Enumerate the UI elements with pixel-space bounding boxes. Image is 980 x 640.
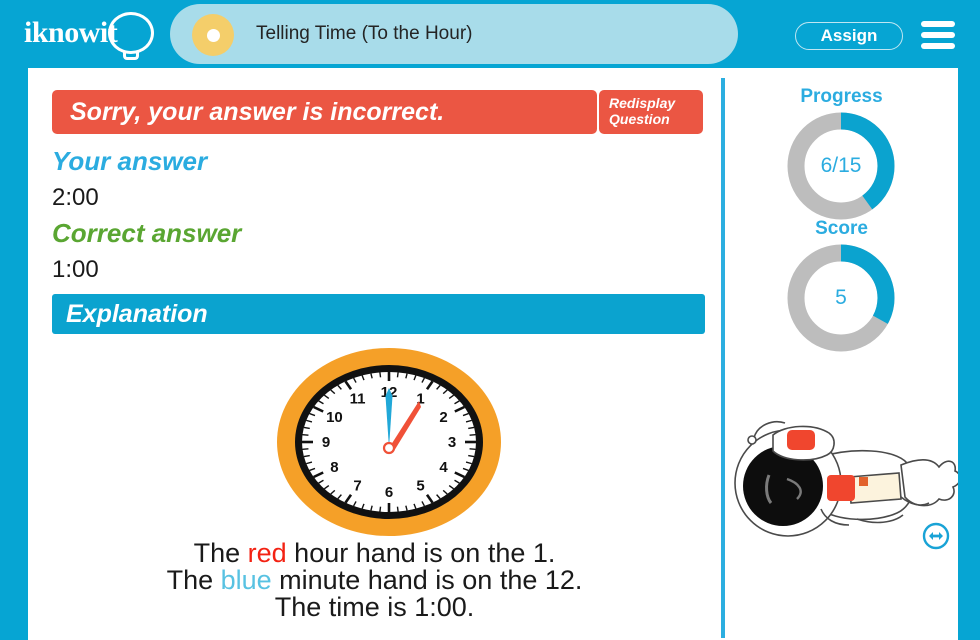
- clock-number-4: 4: [439, 459, 448, 476]
- expl-l2-a: The: [166, 565, 221, 595]
- result-banner-text: Sorry, your answer is incorrect.: [70, 98, 445, 126]
- clock-number-5: 5: [416, 477, 424, 494]
- expl-word-blue: blue: [220, 565, 272, 595]
- clock-number-6: 6: [385, 484, 393, 501]
- explanation-line-1: The red hour hand is on the 1.: [28, 540, 721, 567]
- iknowit-logo[interactable]: iknowit: [24, 8, 164, 60]
- redisplay-label-line1: Redisplay: [609, 95, 676, 111]
- clock-number-9: 9: [322, 434, 330, 451]
- lesson-title-tab: Telling Time (To the Hour): [170, 4, 738, 64]
- explanation-header-label: Explanation: [66, 300, 208, 328]
- analog-clock: 123456789101112: [273, 344, 505, 540]
- result-banner: Sorry, your answer is incorrect.: [52, 90, 597, 134]
- clock-number-10: 10: [326, 409, 343, 426]
- explanation-header-bar: Explanation: [52, 294, 705, 334]
- redisplay-question-button[interactable]: Redisplay Question: [599, 90, 703, 134]
- explanation-line-2: The blue minute hand is on the 12.: [28, 567, 721, 594]
- sidebar-panel: Progress 6/15 Score 5: [725, 68, 958, 640]
- assign-button[interactable]: Assign: [795, 22, 903, 50]
- lesson-dot-icon: [192, 14, 234, 56]
- left-right-arrow-icon[interactable]: [922, 522, 950, 550]
- score-ring: 5: [783, 240, 899, 356]
- expl-l1-b: hour hand is on the 1.: [286, 538, 556, 568]
- clock-number-8: 8: [330, 459, 338, 476]
- clock-center-pin: [382, 441, 396, 455]
- score-value: 5: [835, 286, 847, 309]
- progress-label: Progress: [800, 86, 883, 107]
- clock-number-11: 11: [350, 391, 366, 408]
- lightbulb-icon: [108, 12, 154, 54]
- right-frame-border: [958, 68, 980, 640]
- progress-value: 6/15: [820, 154, 862, 177]
- clock-number-3: 3: [448, 434, 456, 451]
- page-root: iknowit Telling Time (To the Hour) Assig…: [0, 0, 980, 640]
- lightbulb-base-icon: [123, 52, 139, 60]
- your-answer-value: 2:00: [52, 184, 99, 211]
- clock-number-7: 7: [353, 477, 361, 494]
- explanation-line-3: The time is 1:00.: [274, 592, 475, 622]
- clock-number-2: 2: [439, 409, 447, 426]
- score-label: Score: [815, 218, 868, 239]
- redisplay-label-line2: Question: [609, 111, 670, 127]
- expl-l1-a: The: [193, 538, 248, 568]
- expl-word-red: red: [247, 538, 287, 568]
- left-frame-border: [0, 68, 28, 640]
- correct-answer-label: Correct answer: [52, 218, 242, 248]
- progress-ring: 6/15: [783, 108, 899, 224]
- expl-l2-b: minute hand is on the 12.: [271, 565, 583, 595]
- lesson-dot-inner-icon: [207, 29, 220, 42]
- correct-answer-value: 1:00: [52, 256, 99, 283]
- lesson-title: Telling Time (To the Hour): [256, 23, 473, 44]
- app-header: iknowit Telling Time (To the Hour) Assig…: [0, 0, 980, 68]
- logo-wordmark: iknowit: [24, 16, 118, 49]
- explanation-text: The red hour hand is on the 1. The blue …: [28, 540, 721, 621]
- your-answer-label: Your answer: [52, 146, 208, 176]
- main-panel: Sorry, your answer is incorrect. Redispl…: [28, 68, 721, 640]
- hamburger-menu-icon[interactable]: [921, 20, 955, 50]
